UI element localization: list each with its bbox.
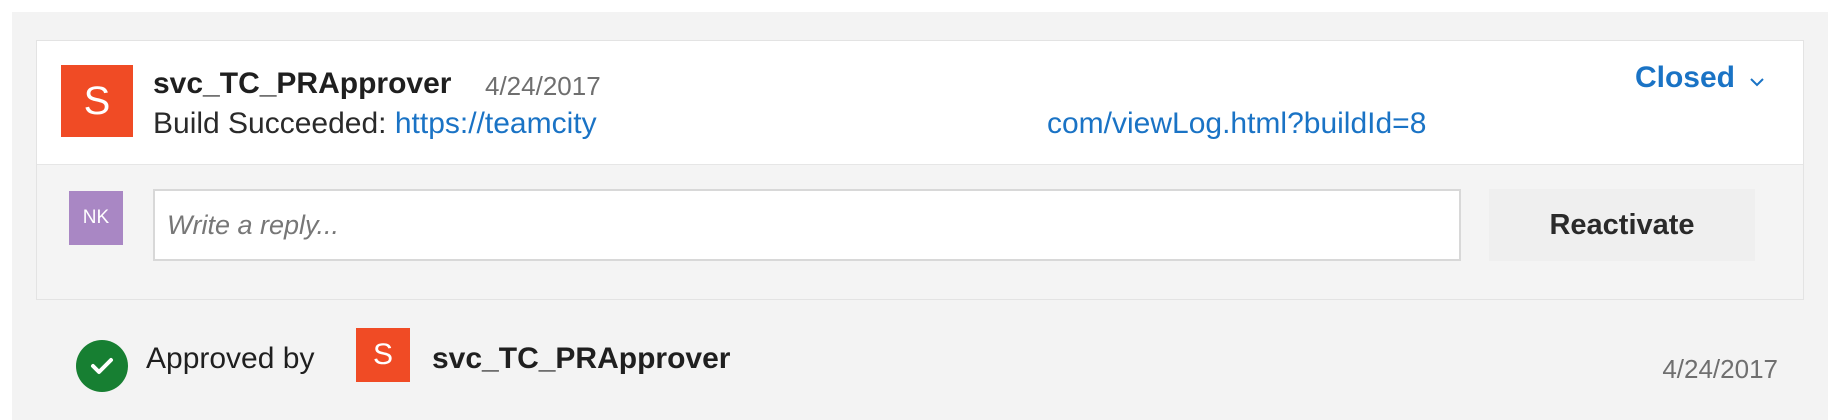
pull-request-activity-panel: S svc_TC_PRApprover 4/24/2017 Build Succ… bbox=[12, 12, 1828, 420]
author-avatar[interactable]: S bbox=[61, 65, 133, 137]
chevron-down-icon bbox=[1749, 61, 1765, 95]
thread-status-dropdown[interactable]: Closed bbox=[1635, 61, 1765, 95]
comment-date: 4/24/2017 bbox=[485, 71, 601, 101]
reply-row: NK Reactivate bbox=[37, 165, 1803, 299]
approval-event: Approved by S svc_TC_PRApprover 4/24/201… bbox=[36, 320, 1804, 400]
comment-message: Build Succeeded: https://teamcity bbox=[153, 107, 597, 141]
build-log-link-continued[interactable]: com/viewLog.html?buildId=8 bbox=[1047, 107, 1426, 141]
check-circle-icon bbox=[76, 340, 128, 392]
approval-date: 4/24/2017 bbox=[1662, 354, 1778, 384]
approver-name[interactable]: svc_TC_PRApprover bbox=[432, 342, 730, 376]
comment: S svc_TC_PRApprover 4/24/2017 Build Succ… bbox=[37, 41, 1803, 165]
reactivate-button[interactable]: Reactivate bbox=[1489, 189, 1755, 261]
message-prefix: Build Succeeded: bbox=[153, 107, 387, 140]
build-log-link[interactable]: https://teamcity bbox=[395, 107, 597, 140]
comment-thread: S svc_TC_PRApprover 4/24/2017 Build Succ… bbox=[36, 40, 1804, 300]
comment-author[interactable]: svc_TC_PRApprover bbox=[153, 67, 451, 101]
thread-status-label: Closed bbox=[1634, 61, 1735, 94]
approved-by-label: Approved by bbox=[146, 342, 315, 375]
current-user-avatar: NK bbox=[69, 191, 123, 245]
reply-input[interactable] bbox=[153, 189, 1461, 261]
approver-avatar[interactable]: S bbox=[356, 328, 410, 382]
